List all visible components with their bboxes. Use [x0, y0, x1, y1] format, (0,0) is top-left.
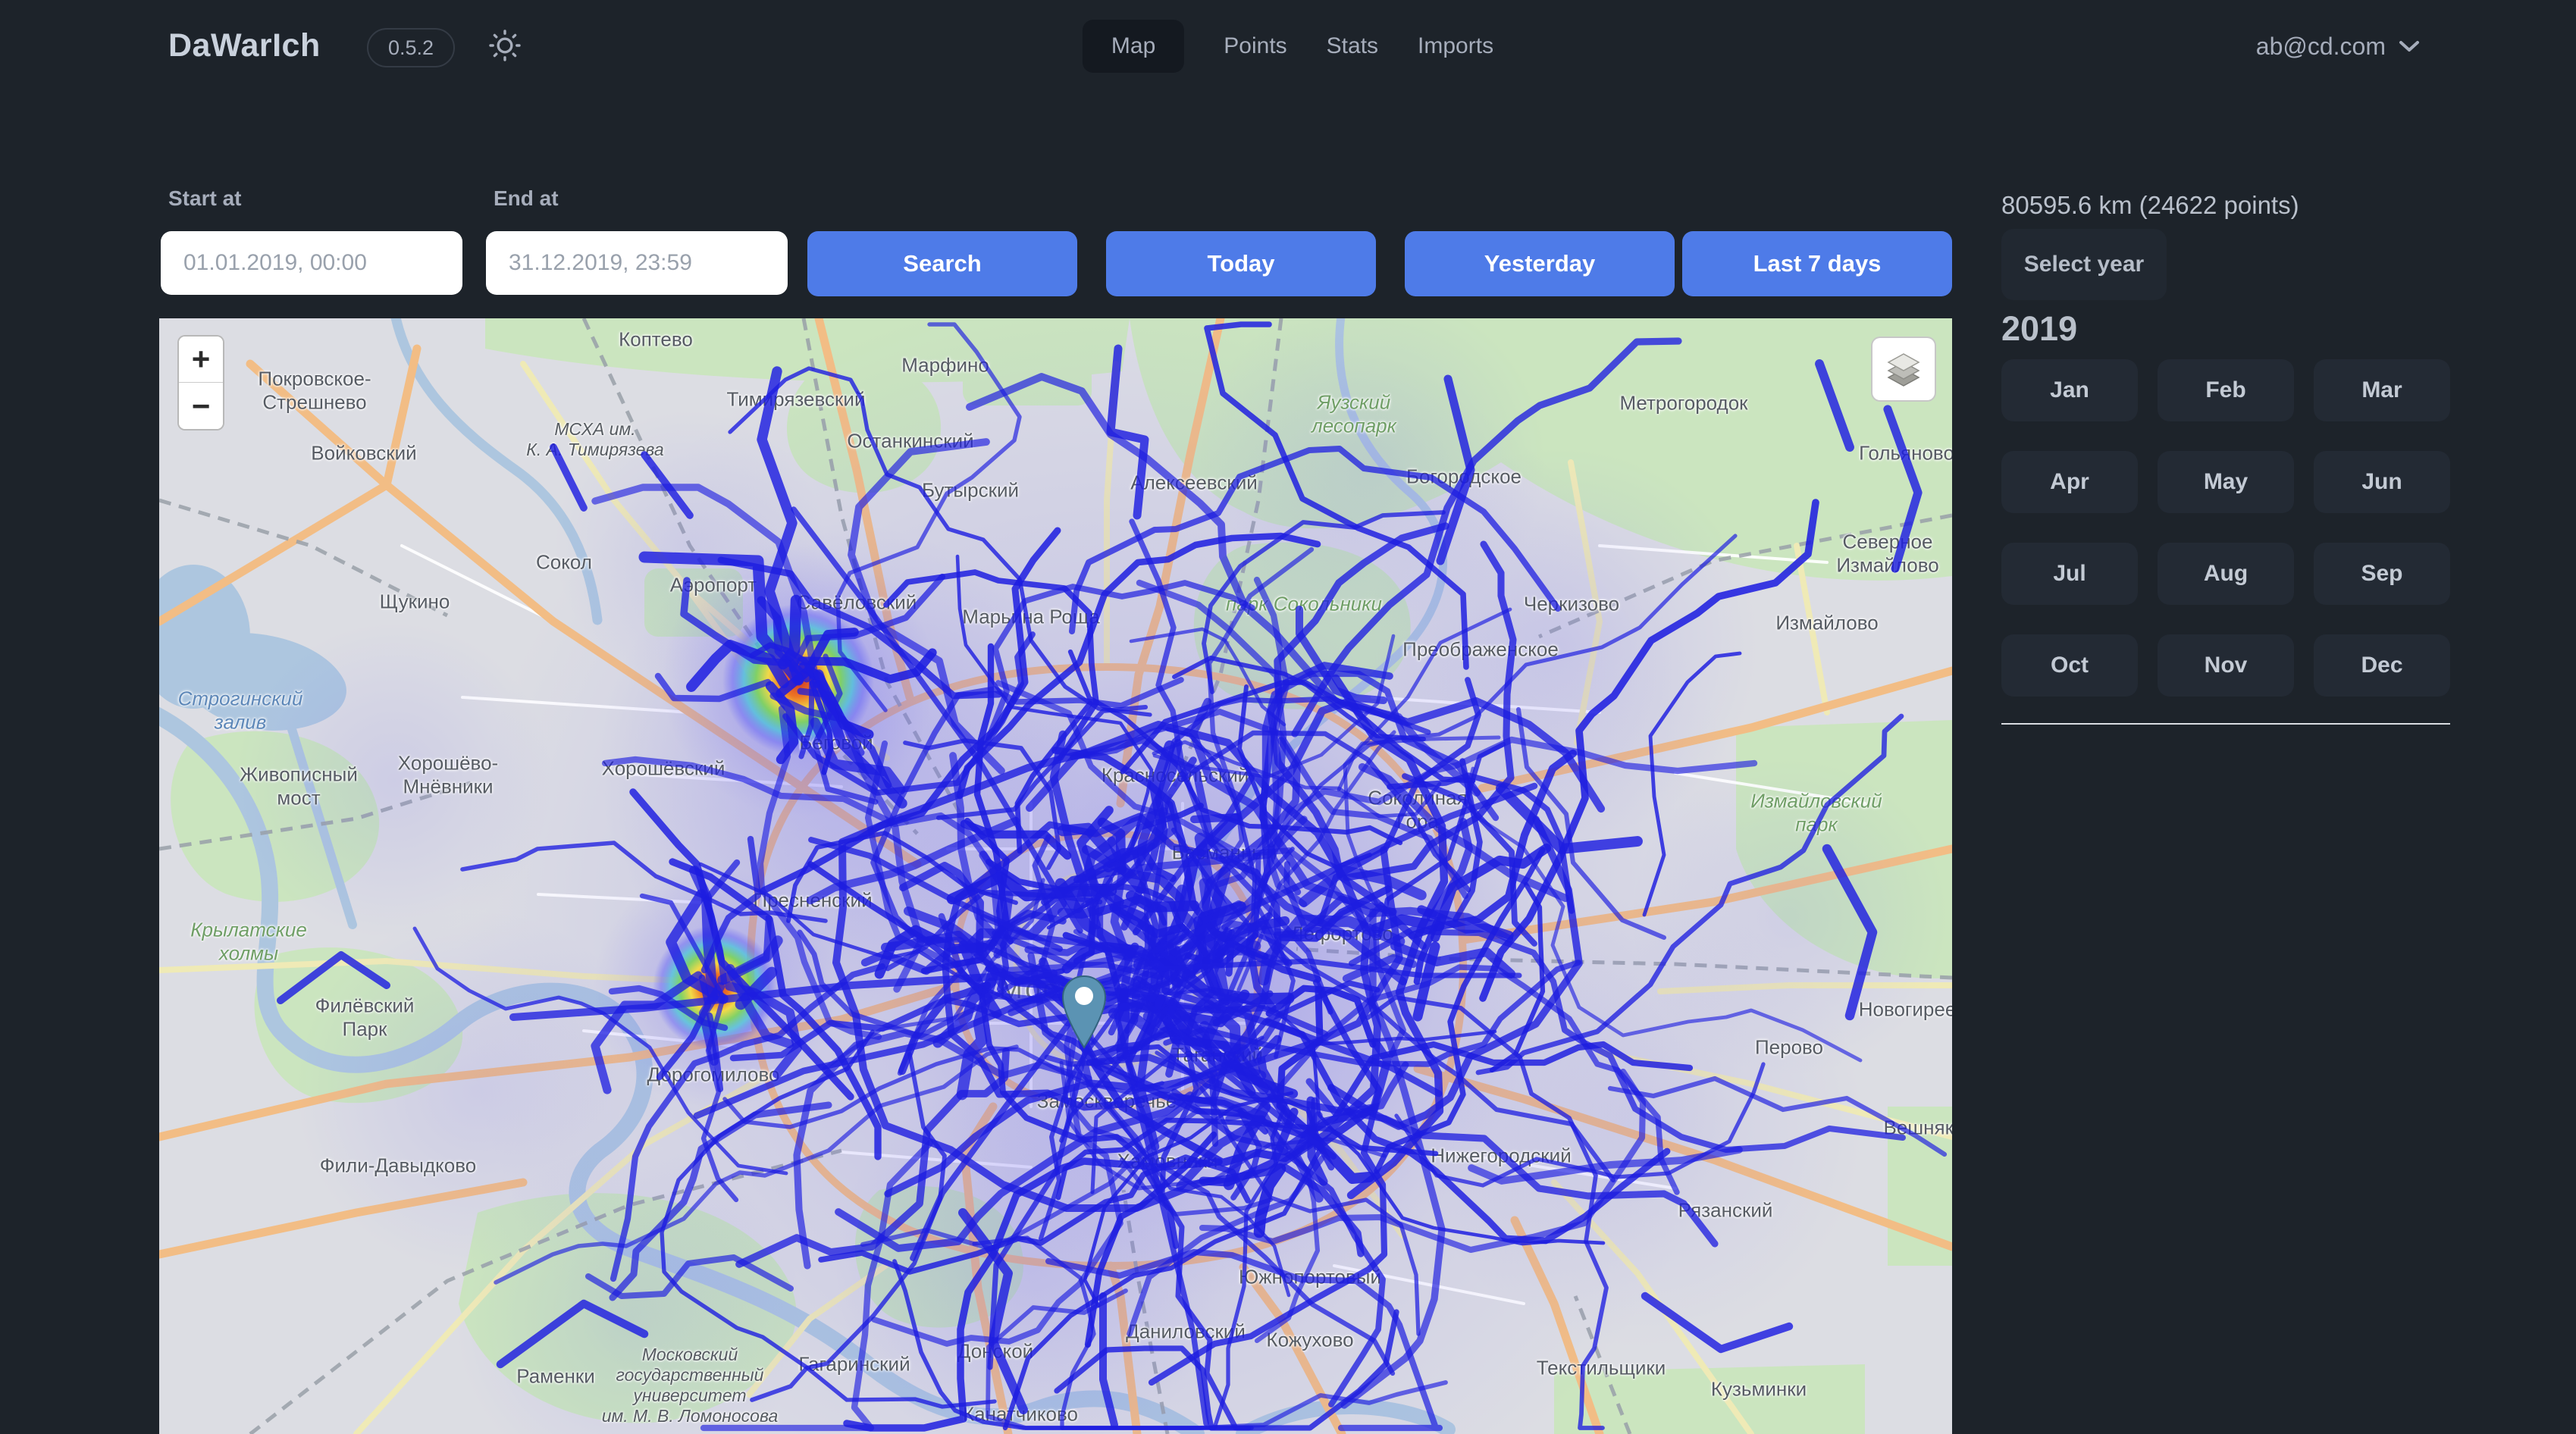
theme-toggle-button[interactable]: [484, 24, 526, 67]
today-button[interactable]: Today: [1106, 231, 1376, 296]
account-email: ab@cd.com: [2256, 33, 2386, 61]
version-badge: 0.5.2: [367, 28, 455, 67]
tab-imports[interactable]: Imports: [1418, 20, 1493, 73]
zoom-out-button[interactable]: −: [179, 383, 223, 429]
tab-points[interactable]: Points: [1224, 20, 1286, 73]
distance-stats: 80595.6 km (24622 points): [2001, 191, 2299, 220]
month-button-jan[interactable]: Jan: [2001, 359, 2138, 421]
yesterday-button[interactable]: Yesterday: [1405, 231, 1675, 296]
map-zoom-control: + −: [177, 335, 224, 431]
app-logo[interactable]: DaWarIch: [168, 27, 321, 64]
search-button[interactable]: Search: [807, 231, 1077, 296]
start-at-input[interactable]: [161, 231, 462, 295]
months-grid: Jan Feb Mar Apr May Jun Jul Aug Sep Oct Nov Dec: [2001, 359, 2450, 697]
month-button-dec[interactable]: Dec: [2314, 634, 2450, 697]
month-button-nov[interactable]: Nov: [2158, 634, 2294, 697]
select-year-button[interactable]: Select year: [2001, 229, 2167, 300]
map-layers-button[interactable]: [1871, 337, 1936, 402]
account-menu[interactable]: ab@cd.com: [2256, 0, 2421, 92]
dawarich-app: DaWarIch 0.5.2 Map Points Stats Imports ab@…: [0, 0, 2576, 1434]
map-tiles: [159, 318, 1952, 1434]
end-at-input[interactable]: [486, 231, 788, 295]
nav-tabs: Map Points Stats Imports: [1083, 0, 1493, 92]
navbar: DaWarIch 0.5.2 Map Points Stats Imports ab@…: [0, 0, 2576, 92]
chevron-down-icon: [2398, 39, 2421, 54]
tab-stats[interactable]: Stats: [1327, 20, 1378, 73]
month-button-mar[interactable]: Mar: [2314, 359, 2450, 421]
month-button-jun[interactable]: Jun: [2314, 451, 2450, 513]
month-button-oct[interactable]: Oct: [2001, 634, 2138, 697]
sidebar-divider: [2001, 723, 2450, 725]
last-7-days-button[interactable]: Last 7 days: [1682, 231, 1952, 296]
map-canvas[interactable]: Покровское- СтрешневоКоптевоВойковскийМС…: [159, 318, 1952, 1434]
year-heading: 2019: [2001, 309, 2077, 349]
month-button-may[interactable]: May: [2158, 451, 2294, 513]
month-button-sep[interactable]: Sep: [2314, 543, 2450, 605]
map-marker[interactable]: [1061, 974, 1108, 1051]
start-at-label: Start at: [168, 186, 241, 211]
month-button-jul[interactable]: Jul: [2001, 543, 2138, 605]
layers-icon: [1884, 349, 1923, 389]
month-button-feb[interactable]: Feb: [2158, 359, 2294, 421]
zoom-in-button[interactable]: +: [179, 337, 223, 383]
end-at-label: End at: [494, 186, 559, 211]
sun-icon: [487, 27, 523, 64]
month-button-aug[interactable]: Aug: [2158, 543, 2294, 605]
tab-map[interactable]: Map: [1083, 20, 1184, 73]
month-button-apr[interactable]: Apr: [2001, 451, 2138, 513]
